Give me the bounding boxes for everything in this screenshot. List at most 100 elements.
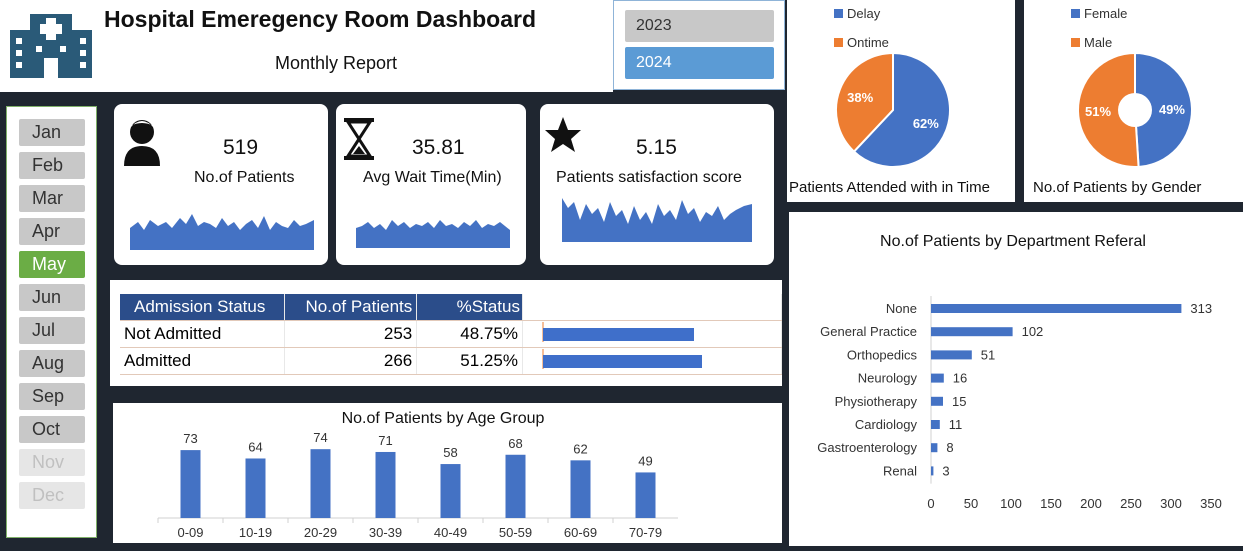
row-bar bbox=[542, 321, 694, 342]
month-button-apr[interactable]: Apr bbox=[19, 218, 85, 245]
pie-legend-swatch bbox=[1071, 38, 1080, 47]
age-tick-label: 50-59 bbox=[499, 525, 532, 540]
patients-sparkline bbox=[130, 214, 314, 250]
dept-bar-label: 102 bbox=[1022, 324, 1044, 339]
pie-value-label: 62% bbox=[913, 116, 939, 131]
dept-category-label: None bbox=[886, 301, 917, 316]
age-bar bbox=[440, 464, 461, 518]
col-header-status: Admission Status bbox=[120, 294, 285, 321]
col-header-bar bbox=[522, 294, 783, 321]
month-button-oct[interactable]: Oct bbox=[19, 416, 85, 443]
dept-bar bbox=[931, 373, 944, 383]
age-bar-label: 58 bbox=[443, 445, 457, 460]
pie-legend-swatch bbox=[834, 38, 843, 47]
month-button-aug[interactable]: Aug bbox=[19, 350, 85, 377]
pie-legend-swatch bbox=[834, 9, 843, 18]
row-bar-cell bbox=[522, 320, 783, 348]
age-bar bbox=[505, 454, 526, 518]
dept-bar bbox=[931, 443, 938, 453]
dept-category-label: General Practice bbox=[820, 324, 917, 339]
month-button-feb[interactable]: Feb bbox=[19, 152, 85, 179]
pie-legend-swatch bbox=[1071, 9, 1080, 18]
dept-tick-label: 100 bbox=[1000, 496, 1022, 511]
month-button-jul[interactable]: Jul bbox=[19, 317, 85, 344]
wait-time-sparkline bbox=[356, 220, 510, 248]
month-button-mar[interactable]: Mar bbox=[19, 185, 85, 212]
month-button-may[interactable]: May bbox=[19, 251, 85, 278]
kpi-label-patients: No.of Patients bbox=[194, 169, 295, 186]
hourglass-icon bbox=[344, 118, 374, 160]
dept-bar bbox=[931, 396, 943, 406]
hospital-icon bbox=[10, 14, 92, 78]
gender-pie-chart: Female Male 49% 51% No.of Patients by Gender bbox=[1033, 6, 1201, 196]
dept-tick-label: 300 bbox=[1160, 496, 1182, 511]
month-button-nov[interactable]: Nov bbox=[19, 449, 85, 476]
dept-category-label: Neurology bbox=[858, 371, 918, 386]
row-pct: 51.25% bbox=[416, 347, 523, 375]
kpi-label-wait-time: Avg Wait Time(Min) bbox=[363, 169, 502, 186]
age-bar-label: 68 bbox=[508, 436, 522, 451]
age-bar bbox=[570, 460, 591, 518]
year-button-2024[interactable]: 2024 bbox=[625, 47, 774, 79]
pie-hole bbox=[1118, 93, 1152, 127]
header: Hospital Emeregency Room Dashboard Month… bbox=[0, 0, 613, 92]
pie-value-label: 38% bbox=[847, 90, 873, 105]
admission-table: Admission Status No.of Patients %Status … bbox=[120, 294, 783, 375]
row-patients: 266 bbox=[284, 347, 418, 375]
age-bar-label: 62 bbox=[573, 441, 587, 456]
dept-tick-label: 250 bbox=[1120, 496, 1142, 511]
dept-bar bbox=[931, 420, 940, 429]
year-button-2023[interactable]: 2023 bbox=[625, 10, 774, 42]
age-bar-label: 49 bbox=[638, 453, 652, 468]
row-patients: 253 bbox=[284, 320, 418, 348]
admission-header-row: Admission Status No.of Patients %Status bbox=[120, 294, 783, 321]
department-panel: No.of Patients by Department Referal Non… bbox=[789, 212, 1243, 546]
dept-bar-label: 3 bbox=[942, 463, 949, 478]
month-button-jan[interactable]: Jan bbox=[19, 119, 85, 146]
row-pct: 48.75% bbox=[416, 320, 523, 348]
pie-value-label: 49% bbox=[1159, 102, 1185, 117]
dept-tick-label: 350 bbox=[1200, 496, 1222, 511]
dept-bar bbox=[931, 350, 972, 360]
kpi-card-wait-time: 35.81 Avg Wait Time(Min) bbox=[336, 104, 526, 265]
pie-legend-label: Female bbox=[1084, 6, 1127, 21]
dept-tick-label: 200 bbox=[1080, 496, 1102, 511]
dept-category-label: Renal bbox=[883, 463, 917, 478]
dept-category-label: Cardiology bbox=[855, 417, 918, 432]
age-tick-label: 10-19 bbox=[239, 525, 272, 540]
age-bar bbox=[635, 472, 656, 518]
age-bar bbox=[245, 458, 266, 518]
kpi-value-patients: 519 bbox=[223, 136, 259, 159]
table-row: Admitted 266 51.25% bbox=[120, 347, 783, 375]
kpi-label-satisfaction: Patients satisfaction score bbox=[556, 169, 742, 186]
dept-category-label: Orthopedics bbox=[847, 347, 918, 362]
col-header-patients: No.of Patients bbox=[284, 294, 418, 321]
pie-panel-gender: Female Male 49% 51% No.of Patients by Gender bbox=[1024, 0, 1243, 202]
month-button-sep[interactable]: Sep bbox=[19, 383, 85, 410]
pie-legend-label: Ontime bbox=[847, 35, 889, 50]
month-button-jun[interactable]: Jun bbox=[19, 284, 85, 311]
satisfaction-sparkline bbox=[562, 198, 752, 242]
dept-bar-label: 313 bbox=[1190, 301, 1212, 316]
dashboard-title: Hospital Emeregency Room Dashboard bbox=[104, 6, 536, 32]
dept-bar bbox=[931, 304, 1182, 313]
pie-legend-label: Male bbox=[1084, 35, 1112, 50]
dept-category-label: Physiotherapy bbox=[835, 394, 918, 409]
month-button-dec[interactable]: Dec bbox=[19, 482, 85, 509]
age-group-chart: No.of Patients by Age Group 73 0-09 64 10-1… bbox=[157, 410, 678, 540]
age-bar-label: 73 bbox=[183, 431, 197, 446]
age-tick-label: 30-39 bbox=[369, 525, 402, 540]
dept-tick-label: 50 bbox=[964, 496, 978, 511]
age-bar bbox=[310, 449, 331, 518]
dept-bar bbox=[931, 327, 1013, 337]
kpi-value-satisfaction: 5.15 bbox=[636, 136, 677, 159]
age-chart-title: No.of Patients by Age Group bbox=[342, 410, 545, 427]
dept-bar-label: 15 bbox=[952, 394, 966, 409]
pie-panel-time: Delay Ontime 62% 38% Patients Attended with … bbox=[787, 0, 1015, 202]
age-tick-label: 0-09 bbox=[177, 525, 203, 540]
dept-bar-label: 8 bbox=[946, 440, 953, 455]
pie-legend-label: Delay bbox=[847, 6, 881, 21]
age-bar bbox=[180, 450, 201, 518]
year-slicer: 2023 2024 bbox=[613, 0, 785, 90]
col-header-status-pct: %Status bbox=[416, 294, 523, 321]
